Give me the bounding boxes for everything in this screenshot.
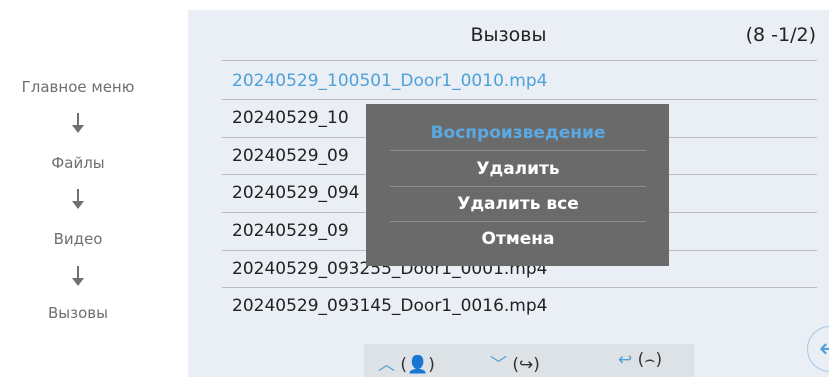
menu-item-delete-all[interactable]: Удалить все: [390, 194, 646, 214]
page-title: Вызовы: [470, 24, 547, 46]
bottom-toolbar: ︿ (👤) ﹀ (↪) ↩ (⌢): [364, 344, 694, 377]
context-menu: Воспроизведение Удалить Удалить все Отме…: [366, 104, 669, 266]
menu-item-play[interactable]: Воспроизведение: [390, 123, 646, 143]
menu-divider: [390, 221, 646, 222]
header-divider: [222, 60, 817, 61]
menu-item-cancel[interactable]: Отмена: [390, 229, 646, 249]
chevron-down-icon: ﹀: [490, 355, 507, 375]
file-row-selected[interactable]: 20240529_100501_Door1_0010.mp4: [232, 63, 812, 99]
breadcrumb-calls: Вызовы: [48, 304, 108, 322]
menu-divider: [390, 150, 646, 151]
return-arrow-icon: ↩: [819, 334, 829, 364]
up-button[interactable]: ︿ (👤): [378, 350, 435, 375]
chevron-up-icon: ︿: [378, 355, 395, 375]
breadcrumb-video: Видео: [53, 230, 103, 248]
breadcrumb-files: Файлы: [51, 154, 105, 172]
menu-item-delete[interactable]: Удалить: [390, 159, 646, 179]
back-toolbar-button[interactable]: ↩ (⌢): [618, 350, 662, 370]
file-row[interactable]: 20240529_093145_Door1_0016.mp4: [232, 288, 812, 324]
up-label: (👤): [400, 355, 435, 375]
down-arrow-icon: [72, 266, 84, 286]
page-counter: (8 -1/2): [745, 24, 816, 46]
menu-divider: [390, 186, 646, 187]
return-arrow-icon: ↩: [618, 350, 633, 370]
back-label: (⌢): [637, 350, 663, 370]
breadcrumb: Главное меню Файлы Видео Вызовы: [0, 0, 188, 377]
down-arrow-icon: [72, 189, 84, 209]
breadcrumb-main-menu: Главное меню: [21, 78, 135, 96]
down-button[interactable]: ﹀ (↪): [490, 350, 540, 375]
down-arrow-icon: [72, 113, 84, 133]
down-label: (↪): [512, 355, 540, 375]
